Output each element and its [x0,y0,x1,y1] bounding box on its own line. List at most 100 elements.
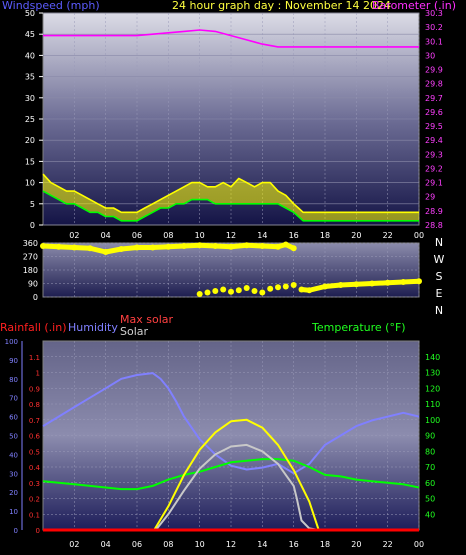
rain-tick-label: 0.4 [29,464,41,472]
temp-tick-label: 110 [425,400,440,409]
humidity-label: Humidity [68,321,118,334]
humidity-tick-label: 30 [9,470,18,478]
x-tick-label: 08 [163,540,173,549]
y-tick-label: 50 [25,9,35,18]
climate-panel: 010203040506070809010000.10.20.30.40.50.… [5,338,441,549]
humidity-tick-label: 50 [9,433,18,441]
rain-tick-label: 0.6 [29,433,41,441]
y2-tick-label: 28.8 [425,221,443,230]
humidity-tick-label: 60 [9,414,18,422]
rain-tick-label: 0 [36,527,40,535]
x-tick-label: 18 [320,540,330,549]
temp-tick-label: 140 [425,353,440,362]
direction-point [290,245,297,252]
x-tick-label: 04 [101,540,111,549]
rain-tick-label: 0.5 [29,448,40,456]
y-tick-label: 35 [25,73,35,82]
direction-point [251,288,258,294]
x-tick-label: 22 [383,540,393,549]
direction-label: W [434,253,445,266]
rain-tick-label: 0.9 [29,385,40,393]
x-tick-label: 12 [226,231,236,240]
humidity-tick-label: 90 [9,357,18,365]
x-tick-label: 14 [257,231,267,240]
y2-tick-label: 29.6 [425,108,443,117]
x-tick-label: 22 [383,231,393,240]
temp-tick-label: 80 [425,447,435,456]
y2-tick-label: 29.5 [425,122,443,131]
direction-label: E [436,287,443,300]
direction-point [220,286,227,293]
y-tick-label: 15 [25,157,35,166]
wind-panel: 0 5 10 15 20 25 30 35 40 45 50 28.8 28.9 29 29.1 29.2 29… [25,9,443,240]
direction-label: N [435,304,443,317]
x-tick-label: 06 [132,231,142,240]
direction-point [282,283,289,290]
rain-tick-label: 1.1 [29,354,40,362]
direction-label: N [435,236,443,249]
humidity-tick-label: 10 [9,508,18,516]
rain-tick-label: 0.1 [29,511,40,519]
rain-tick-label: 1 [36,370,40,378]
rain-tick-label: 0.3 [29,480,40,488]
temp-tick-label: 100 [425,416,440,425]
y-tick-label: 0 [30,221,35,230]
x-tick-label: 16 [289,540,299,549]
y-tick-label: 20 [25,136,35,145]
y2-tick-label: 30.3 [425,9,443,18]
y-tick-label: 45 [25,30,35,39]
humidity-tick-label: 20 [9,489,18,497]
x-tick-label: 06 [132,540,142,549]
x-tick-label: 12 [226,540,236,549]
x-tick-label: 20 [351,540,361,549]
x-tick-label: 14 [257,540,267,549]
x-tick-label: 02 [69,540,79,549]
temp-tick-label: 130 [425,369,440,378]
y2-tick-label: 29 [425,193,435,202]
temp-tick-label: 50 [425,495,435,504]
direction-point [212,288,219,294]
humidity-tick-label: 0 [14,527,18,535]
solar-label: Solar [120,325,149,338]
temp-tick-label: 40 [425,510,435,519]
x-tick-label: 08 [163,231,173,240]
y2-tick-label: 29.9 [425,66,443,75]
weather-graph: Windspeed (mph) 24 hour graph day : Nove… [0,0,456,549]
x-tick-label: 04 [101,231,111,240]
y-tick-label: 30 [25,94,35,103]
direction-point [196,291,203,297]
x-tick-label: 00 [414,231,424,240]
x-tick-label: 00 [414,540,424,549]
y-tick-label: 25 [25,115,35,124]
y2-tick-label: 29.3 [425,150,443,159]
y-tick-label: 90 [28,280,38,289]
barometer-label: Barometer (.in) [372,0,456,12]
temp-tick-label: 70 [425,463,435,472]
temp-tick-label: 60 [425,479,435,488]
y2-tick-label: 29.2 [425,164,443,173]
x-tick-label: 18 [320,231,330,240]
direction-point [243,285,250,291]
direction-point [259,289,266,296]
y2-tick-label: 30 [425,51,435,60]
windspeed-label: Windspeed (mph) [2,0,100,12]
direction-label: S [436,270,443,283]
x-tick-label: 02 [69,231,79,240]
x-tick-label: 20 [351,231,361,240]
rain-tick-label: 0.8 [29,401,40,409]
direction-point [204,289,211,296]
y-tick-label: 360 [23,239,38,248]
x-tick-label: 16 [289,231,299,240]
direction-point [416,278,422,285]
humidity-tick-label: 80 [9,376,18,384]
y2-tick-label: 29.1 [425,179,443,188]
direction-panel: 090180270360 NWSEN [23,236,445,317]
direction-point [235,287,242,294]
rainfall-label: Rainfall (.in) [0,321,67,334]
y-tick-label: 0 [33,293,38,302]
direction-point [290,282,297,288]
temp-tick-label: 90 [425,432,435,441]
y2-tick-label: 29.7 [425,94,443,103]
temp-tick-label: 120 [425,384,440,393]
direction-point [275,284,281,291]
